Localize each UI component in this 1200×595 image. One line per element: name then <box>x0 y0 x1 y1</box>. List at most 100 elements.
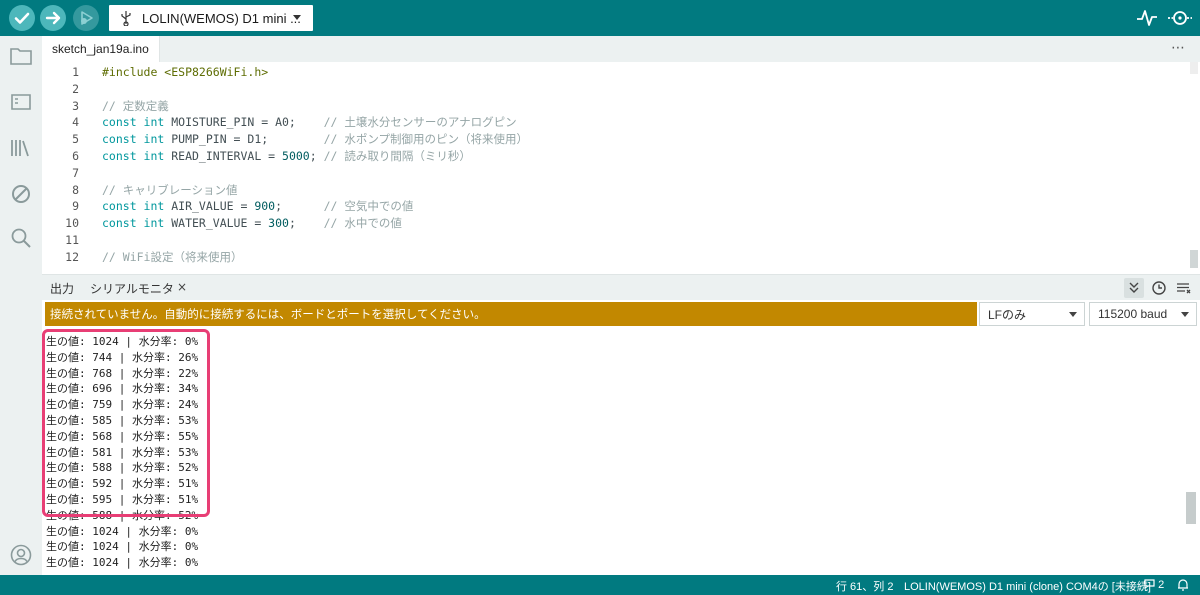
line-number: 10 <box>65 216 79 231</box>
code-token: const int <box>102 149 165 163</box>
code-token: // 空気中での値 <box>323 199 414 214</box>
code-text: // キャリブレーション値 <box>102 182 238 199</box>
code-token: AIR_VALUE = <box>164 199 255 214</box>
tab-serial-monitor[interactable]: シリアルモニタ <box>90 275 174 301</box>
line-number: 11 <box>65 233 79 247</box>
code-token: MOISTURE_PIN = A0; <box>164 115 324 130</box>
code-text: #include <ESP8266WiFi.h> <box>102 64 268 81</box>
clock-icon[interactable] <box>1149 278 1169 298</box>
caret-down-icon <box>1069 312 1077 317</box>
serial-line: 生の値: 1024 | 水分率: 0% <box>46 524 199 538</box>
sidebar <box>0 36 42 576</box>
line-number: 5 <box>72 132 79 147</box>
line-number: 9 <box>72 199 79 214</box>
code-token: 900 <box>254 199 276 214</box>
clear-output-icon[interactable] <box>1173 278 1193 298</box>
code-text: // WiFi設定（将来使用） <box>102 249 242 266</box>
library-icon[interactable] <box>9 136 33 160</box>
board-status: LOLIN(WEMOS) D1 mini (clone) COM4の [未接続] <box>904 581 1151 593</box>
code-line[interactable]: 4 const int MOISTURE_PIN = A0; // 土壌水分センサ… <box>42 114 1182 131</box>
serial-scrollbar-thumb[interactable] <box>1186 492 1196 524</box>
not-connected-warning: 接続されていません。自動的に接続するには、ボードとポートを選択してください。 <box>45 302 977 326</box>
code-token: READ_INTERVAL = <box>164 149 283 163</box>
debug-icon <box>81 11 93 25</box>
code-token: PUMP_PIN = D1; <box>164 132 324 147</box>
code-token: 5000 <box>282 149 310 163</box>
code-text: const int READ_INTERVAL = 5000; // 読み取り間… <box>102 148 471 165</box>
code-token: // 水ポンプ制御用のピン（将来使用） <box>323 132 528 147</box>
code-line[interactable]: 2 <box>42 81 1182 98</box>
code-line[interactable]: 12 // WiFi設定（将来使用） <box>42 249 1182 266</box>
editor-tabbar: sketch_jan19a.ino ⋯ <box>42 36 1200 62</box>
code-line[interactable]: 1 #include <ESP8266WiFi.h> <box>42 64 1182 81</box>
serial-monitor-icon[interactable] <box>1166 8 1194 28</box>
editor-scrollbar[interactable] <box>1186 62 1200 274</box>
code-line[interactable]: 8 // キャリブレーション値 <box>42 182 1182 199</box>
check-icon <box>14 12 30 24</box>
code-line[interactable]: 6 const int READ_INTERVAL = 5000; // 読み取り… <box>42 148 1182 165</box>
upload-button[interactable] <box>40 5 66 31</box>
verify-button[interactable] <box>9 5 35 31</box>
search-icon[interactable] <box>9 226 33 250</box>
code-token: // 定数定義 <box>102 98 169 113</box>
caret-down-icon <box>1181 312 1189 317</box>
code-token: ; <box>288 216 324 231</box>
line-number: 8 <box>72 182 79 197</box>
highlight-box <box>42 329 210 517</box>
line-number: 7 <box>72 165 79 180</box>
folder-icon[interactable] <box>9 44 33 68</box>
line-number: 3 <box>72 98 79 113</box>
serial-line: 生の値: 1024 | 水分率: 0% <box>46 556 199 570</box>
notification-count-value: 2 <box>1158 579 1165 591</box>
code-token: const int <box>102 199 165 214</box>
code-line[interactable]: 10 const int WATER_VALUE = 300; // 水中での値 <box>42 215 1182 232</box>
code-token: // 水中での値 <box>323 216 402 231</box>
more-tabs-menu[interactable]: ⋯ <box>1171 40 1186 56</box>
line-ending-select[interactable]: LFのみ <box>979 302 1085 326</box>
tab-sketch[interactable]: sketch_jan19a.ino <box>42 36 160 62</box>
line-number: 12 <box>65 249 79 264</box>
baud-rate-value: 115200 baud <box>1098 307 1168 321</box>
line-number: 4 <box>72 115 79 130</box>
profile-icon[interactable] <box>9 543 33 567</box>
code-text: const int MOISTURE_PIN = A0; // 土壌水分センサー… <box>102 114 517 131</box>
code-line[interactable]: 5 const int PUMP_PIN = D1; // 水ポンプ制御用のピン（… <box>42 131 1182 148</box>
line-number: 2 <box>72 81 79 96</box>
baud-rate-select[interactable]: 115200 baud <box>1089 302 1197 326</box>
code-line[interactable]: 3 // 定数定義 <box>42 98 1182 115</box>
code-token: // 読み取り間隔（ミリ秒） <box>323 149 471 163</box>
close-icon[interactable]: × <box>177 280 187 294</box>
serial-line: 生の値: 1024 | 水分率: 0% <box>46 540 199 554</box>
usb-icon <box>121 11 131 26</box>
board-selector[interactable]: LOLIN(WEMOS) D1 mini ... <box>109 5 313 31</box>
code-token: 300 <box>268 216 289 231</box>
code-token: // WiFi設定（将来使用） <box>102 249 243 264</box>
chevron-down-icon <box>293 15 301 20</box>
code-token: const int <box>102 132 165 147</box>
code-token: ; <box>275 199 324 214</box>
code-editor[interactable]: 13const char* ssid = "YOUR_SSID";12// Wi… <box>42 62 1200 274</box>
board-manager-icon[interactable] <box>9 90 33 114</box>
code-line[interactable]: 11 <box>42 232 1182 249</box>
code-text: // 定数定義 <box>102 98 169 115</box>
code-line[interactable]: 9 const int AIR_VALUE = 900; // 空気中での値 <box>42 198 1182 215</box>
notification-count[interactable]: 2 <box>1144 578 1164 591</box>
debug-button[interactable] <box>73 5 99 31</box>
serial-toolbar: 接続されていません。自動的に接続するには、ボードとポートを選択してください。 L… <box>42 300 1200 328</box>
bell-icon[interactable] <box>1176 578 1190 592</box>
code-token: // キャリブレーション値 <box>102 182 238 197</box>
code-token: ; <box>309 149 324 163</box>
code-line[interactable]: 7 <box>42 165 1182 182</box>
tab-output[interactable]: 出力 <box>50 275 74 301</box>
code-token: // 土壌水分センサーのアナログピン <box>323 115 517 130</box>
line-number: 1 <box>72 65 79 79</box>
code-token: WATER_VALUE = <box>164 216 269 231</box>
autoscroll-icon[interactable] <box>1124 278 1144 298</box>
serial-output[interactable]: 生の値: 1024 | 水分率: 0% 生の値: 1024 | 水分率: 0% 生の… <box>42 328 1200 575</box>
status-bar: 行 61、列 2 LOLIN(WEMOS) D1 mini (clone) CO… <box>0 575 1200 595</box>
serial-plotter-icon[interactable] <box>1136 8 1158 28</box>
line-number: 6 <box>72 149 79 163</box>
debug-disabled-icon[interactable] <box>9 182 33 206</box>
code-token: const int <box>102 115 165 130</box>
code-token: const int <box>102 216 165 231</box>
